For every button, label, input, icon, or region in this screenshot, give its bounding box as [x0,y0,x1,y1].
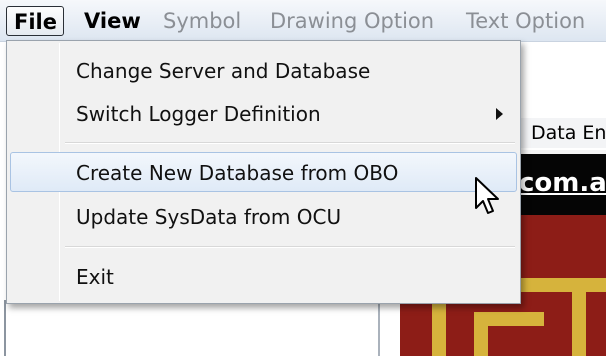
banner-pattern [572,292,586,356]
menu-bar: File View Symbol Drawing Option Text Opt… [0,0,606,42]
menu-item-create-database[interactable]: Create New Database from OBO [10,152,517,192]
banner-pattern [474,312,544,326]
menu-item-label: Change Server and Database [76,59,371,83]
menu-item-label: Switch Logger Definition [76,102,321,126]
menu-item-label: Exit [76,265,114,289]
menu-item-update-sysdata[interactable]: Update SysData from OCU [10,197,517,237]
menu-file[interactable]: File [6,6,64,36]
menu-item-label: Update SysData from OCU [76,205,342,229]
menu-separator [65,142,515,144]
file-menu-dropdown: Change Server and Database Switch Logger… [6,40,521,304]
menu-item-label: Create New Database from OBO [76,161,399,185]
menu-text-option[interactable]: Text Option [466,6,585,36]
menu-item-switch-logger[interactable]: Switch Logger Definition [10,94,517,134]
left-panel [0,300,380,356]
menu-item-change-server[interactable]: Change Server and Database [10,51,517,91]
banner-url-link[interactable]: com.au [519,168,606,198]
menu-separator [65,246,515,248]
left-panel-border [4,300,6,356]
tab-data-entry[interactable]: Data En [520,118,606,148]
menu-symbol[interactable]: Symbol [163,6,241,36]
mouse-cursor-icon [475,177,499,214]
submenu-arrow-icon [496,108,503,120]
menu-drawing-option[interactable]: Drawing Option [270,6,434,36]
banner-pattern [474,326,488,356]
menu-item-exit[interactable]: Exit [10,257,517,297]
menu-view[interactable]: View [84,6,141,36]
